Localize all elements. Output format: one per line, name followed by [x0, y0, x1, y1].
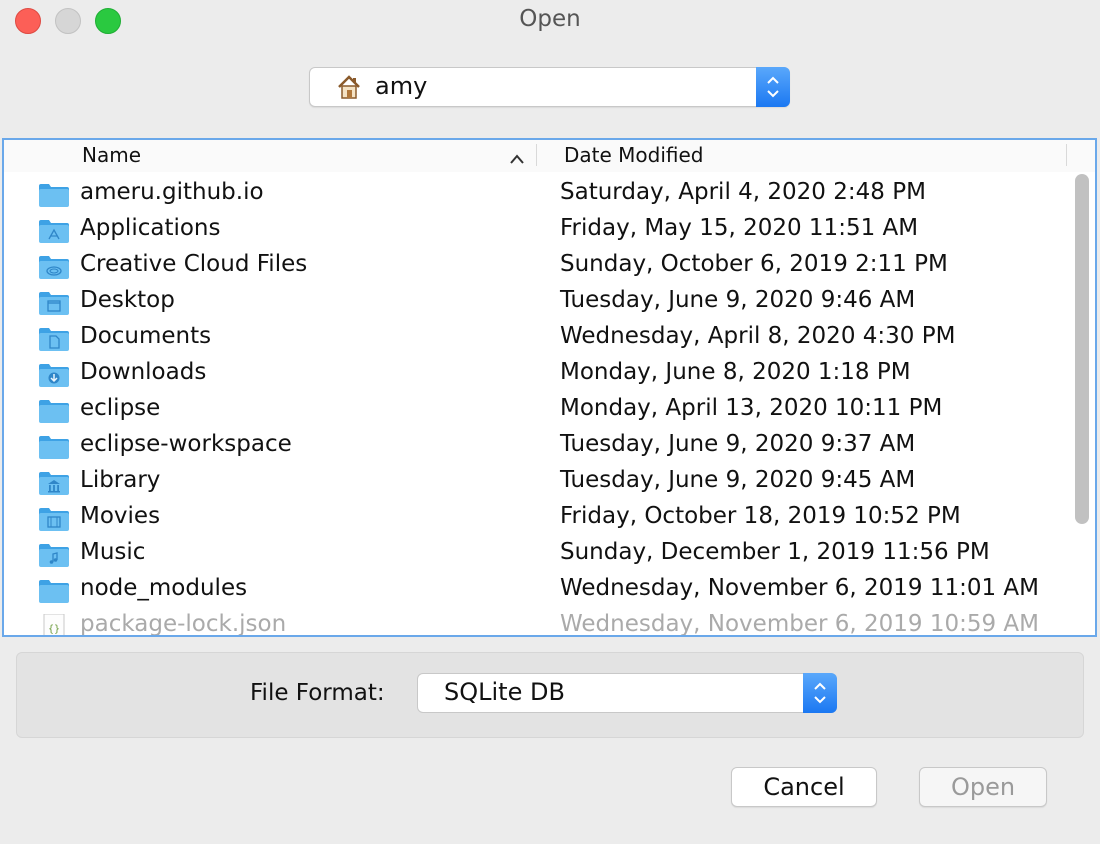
file-list[interactable]: Name Date Modified ameru.github.io Saturd… — [2, 138, 1097, 637]
file-date-modified: Wednesday, April 8, 2020 4:30 PM — [560, 323, 956, 349]
open-button[interactable]: Open — [919, 767, 1047, 807]
location-popup[interactable]: amy — [309, 67, 790, 107]
file-date-modified: Sunday, December 1, 2019 11:56 PM — [560, 539, 990, 565]
location-label: amy — [375, 72, 428, 100]
file-row[interactable]: Downloads Monday, June 8, 2020 1:18 PM — [4, 356, 1064, 392]
file-date-modified: Wednesday, November 6, 2019 11:01 AM — [560, 575, 1040, 601]
name-column-header[interactable]: Name — [82, 143, 141, 167]
file-format-value: SQLite DB — [444, 678, 565, 706]
title-bar: Open — [0, 0, 1100, 42]
column-separator[interactable] — [536, 144, 537, 166]
downloads-folder-icon — [38, 362, 70, 388]
folder-icon — [38, 434, 70, 460]
file-date-modified: Wednesday, November 6, 2019 10:59 AM — [560, 611, 1040, 637]
file-row[interactable]: Movies Friday, October 18, 2019 10:52 PM — [4, 500, 1064, 536]
folder-icon — [38, 578, 70, 604]
file-format-stepper[interactable] — [803, 673, 837, 713]
file-format-select[interactable]: SQLite DB — [417, 673, 837, 713]
file-row[interactable]: Desktop Tuesday, June 9, 2020 9:46 AM — [4, 284, 1064, 320]
file-name: package-lock.json — [80, 611, 287, 637]
library-folder-icon — [38, 470, 70, 496]
file-row[interactable]: node_modules Wednesday, November 6, 2019 … — [4, 572, 1064, 608]
file-row[interactable]: {} package-lock.json Wednesday, November 6… — [4, 608, 1064, 637]
cancel-button[interactable]: Cancel — [731, 767, 877, 807]
file-date-modified: Tuesday, June 9, 2020 9:37 AM — [560, 431, 916, 457]
file-row[interactable]: Music Sunday, December 1, 2019 11:56 PM — [4, 536, 1064, 572]
json-file-icon: {} — [38, 613, 70, 635]
movies-folder-icon — [38, 506, 70, 532]
file-name: Library — [80, 467, 161, 493]
file-name: ameru.github.io — [80, 179, 264, 205]
creative-cloud-folder-icon — [38, 254, 70, 280]
folder-icon — [38, 398, 70, 424]
column-separator[interactable] — [1066, 144, 1067, 166]
file-name: Desktop — [80, 287, 175, 313]
file-row[interactable]: Creative Cloud Files Sunday, October 6, 2… — [4, 248, 1064, 284]
file-date-modified: Monday, June 8, 2020 1:18 PM — [560, 359, 911, 385]
date-column-header[interactable]: Date Modified — [564, 143, 704, 167]
file-name: node_modules — [80, 575, 248, 601]
desktop-folder-icon — [38, 290, 70, 316]
file-date-modified: Saturday, April 4, 2020 2:48 PM — [560, 179, 926, 205]
file-name: Applications — [80, 215, 221, 241]
file-row[interactable]: eclipse-workspace Tuesday, June 9, 2020 9… — [4, 428, 1064, 464]
scrollbar-thumb[interactable] — [1075, 174, 1089, 524]
file-name: Music — [80, 539, 146, 565]
file-format-panel: File Format: SQLite DB — [16, 652, 1084, 738]
file-date-modified: Sunday, October 6, 2019 2:11 PM — [560, 251, 948, 277]
file-date-modified: Monday, April 13, 2020 10:11 PM — [560, 395, 943, 421]
file-name: eclipse — [80, 395, 161, 421]
music-folder-icon — [38, 542, 70, 568]
file-row[interactable]: eclipse Monday, April 13, 2020 10:11 PM — [4, 392, 1064, 428]
vertical-scrollbar[interactable] — [1073, 174, 1089, 524]
file-list-header: Name Date Modified — [4, 140, 1095, 172]
file-row[interactable]: ameru.github.io Saturday, April 4, 2020 2… — [4, 176, 1064, 212]
file-row[interactable]: Documents Wednesday, April 8, 2020 4:30 P… — [4, 320, 1064, 356]
file-name: Movies — [80, 503, 161, 529]
svg-text:{}: {} — [48, 624, 60, 635]
file-format-label: File Format: — [250, 680, 385, 706]
window-title: Open — [519, 6, 581, 32]
file-name: eclipse-workspace — [80, 431, 292, 457]
file-name: Downloads — [80, 359, 207, 385]
file-date-modified: Friday, May 15, 2020 11:51 AM — [560, 215, 919, 241]
file-date-modified: Friday, October 18, 2019 10:52 PM — [560, 503, 961, 529]
location-stepper[interactable] — [756, 67, 790, 107]
file-name: Creative Cloud Files — [80, 251, 308, 277]
file-row[interactable]: Applications Friday, May 15, 2020 11:51 A… — [4, 212, 1064, 248]
folder-icon — [38, 182, 70, 208]
file-date-modified: Tuesday, June 9, 2020 9:45 AM — [560, 467, 916, 493]
file-row[interactable]: Library Tuesday, June 9, 2020 9:45 AM — [4, 464, 1064, 500]
documents-folder-icon — [38, 326, 70, 352]
home-icon — [336, 74, 362, 100]
file-name: Documents — [80, 323, 212, 349]
sort-ascending-icon — [510, 149, 524, 168]
file-date-modified: Tuesday, June 9, 2020 9:46 AM — [560, 287, 916, 313]
applications-folder-icon — [38, 218, 70, 244]
